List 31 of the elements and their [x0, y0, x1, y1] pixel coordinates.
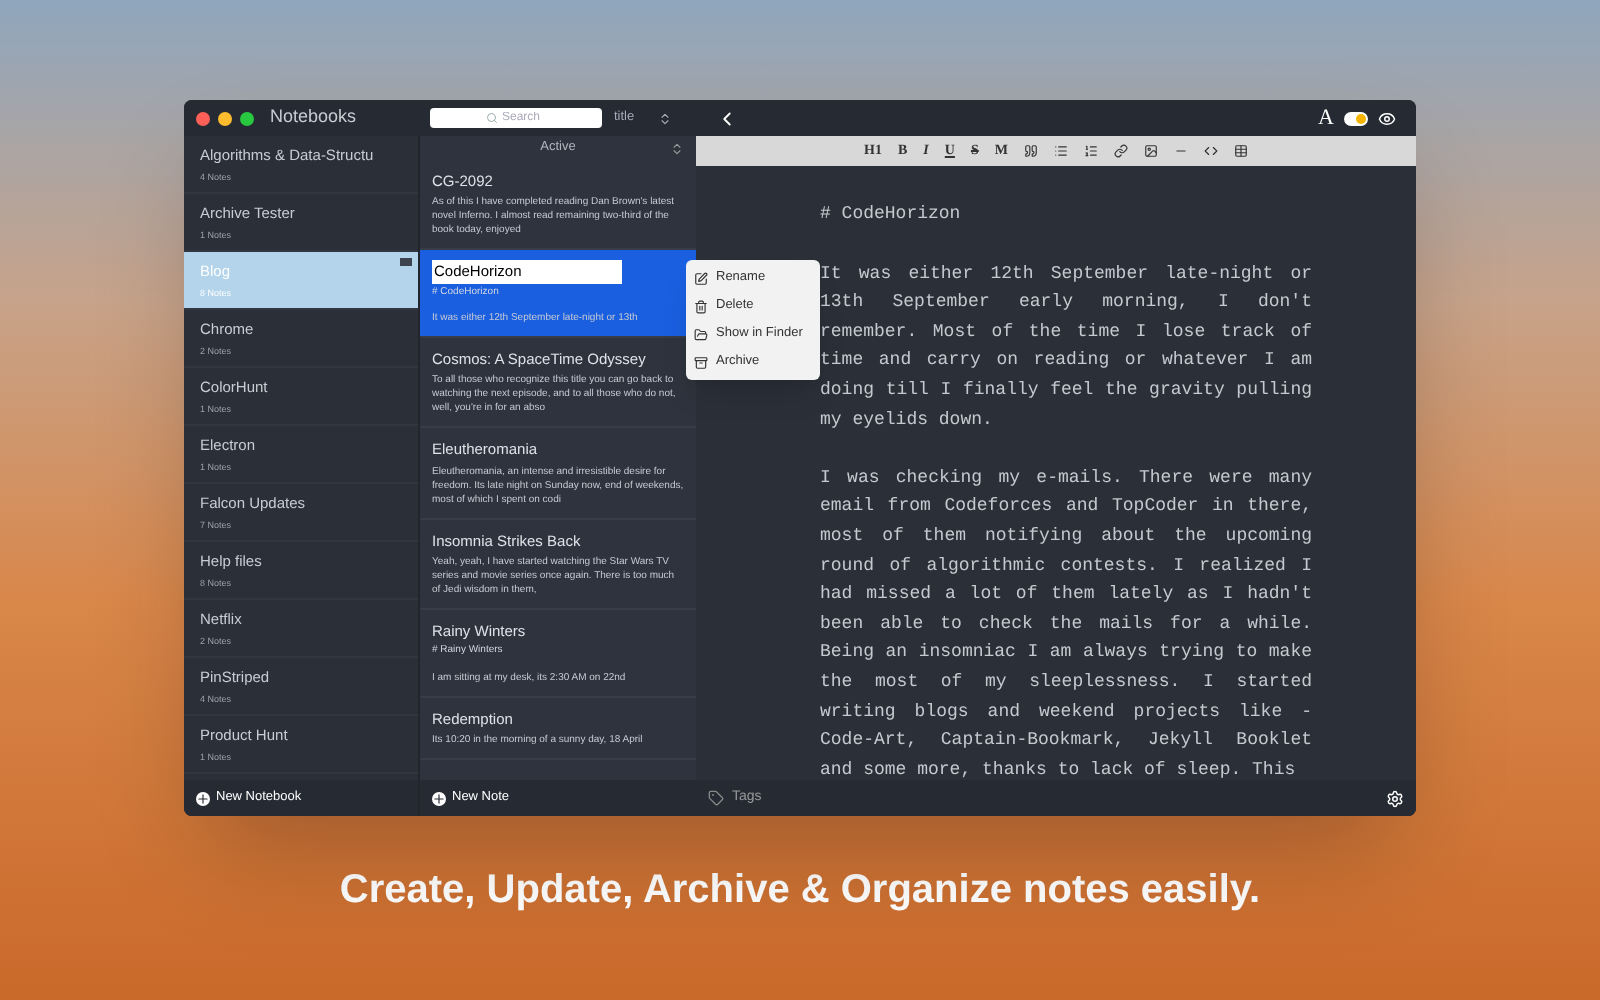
plus-icon	[432, 791, 446, 805]
numbered-list-icon[interactable]	[1083, 144, 1098, 158]
search-icon	[486, 112, 498, 124]
tag-icon	[708, 790, 724, 806]
table-icon[interactable]	[1233, 144, 1248, 158]
zoom-button[interactable]	[240, 111, 254, 125]
image-icon[interactable]	[1143, 144, 1158, 158]
toggle-switch[interactable]	[1344, 111, 1368, 125]
window-title: Notebooks	[270, 104, 357, 131]
minimize-button[interactable]	[218, 111, 232, 125]
updown-icon[interactable]	[670, 141, 684, 155]
updown-icon[interactable]	[658, 111, 673, 125]
box-icon	[694, 355, 708, 369]
font-button[interactable]: A	[1318, 101, 1334, 135]
editor-paragraph: It was either 12th September late-night or 13th September early morning, I don't remember. Most of the time I lose track of time and carry on reading or whatever I am doing till I finally feel the gravity pulling my eyelids down.	[820, 261, 1312, 434]
notebook-badge-icon	[400, 258, 412, 266]
quote-icon[interactable]	[1023, 144, 1038, 158]
editor-heading: # CodeHorizon	[820, 202, 963, 228]
horizontal-rule-icon[interactable]	[1173, 144, 1188, 158]
pencil-square-icon	[694, 271, 708, 285]
code-icon[interactable]	[1203, 144, 1218, 158]
editor-paragraph: I was checking my e-mails. There were many email from Codeforces and TopCoder in there, most of them notifying about the upcoming round of algorithmic contests. I realized I had missed a lot of them lately as I hadn't been able to check the mails for a while. Being an insomniac I am always trying to make the most of my sleeplessness. I started writing blogs and weekend projects like - Code-Art, Captain-Bookmark, Jekyll Booklet and some more, thanks to lack of sleep. This	[820, 465, 1312, 780]
link-icon[interactable]	[1113, 144, 1128, 158]
plus-icon	[196, 791, 210, 805]
close-button[interactable]	[196, 111, 210, 125]
bullet-list-icon[interactable]	[1053, 144, 1068, 158]
settings-icon[interactable]	[1386, 789, 1404, 807]
preview-eye-icon[interactable]	[1378, 109, 1396, 127]
caption: Create, Update, Archive & Organize notes easily.	[337, 866, 1263, 916]
trash-icon	[694, 299, 708, 313]
folder-icon	[694, 327, 708, 341]
